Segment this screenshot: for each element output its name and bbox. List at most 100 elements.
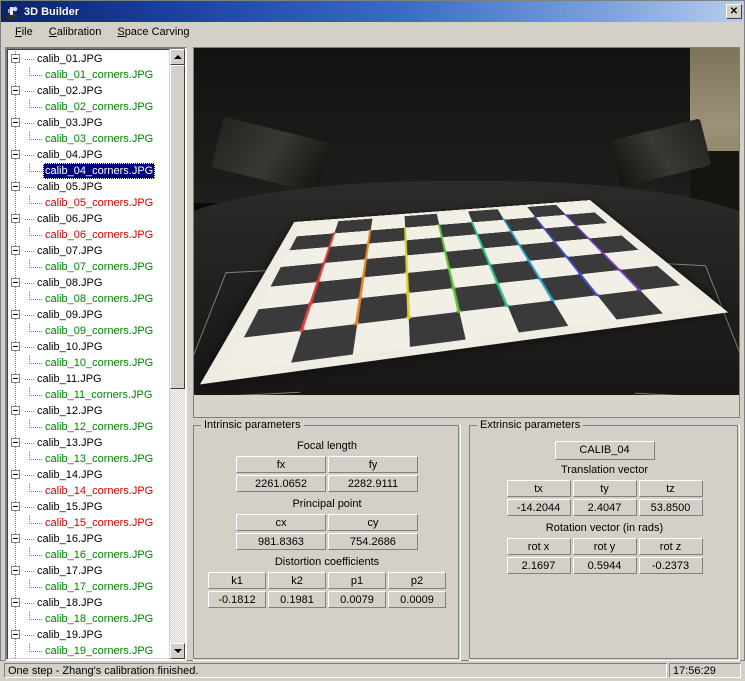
tree-item-child[interactable]: calib_06_corners.JPG xyxy=(7,227,169,243)
scroll-up-icon[interactable] xyxy=(170,49,185,65)
tree-item-label: calib_02_corners.JPG xyxy=(45,101,154,113)
tree-item-parent[interactable]: calib_18.JPG xyxy=(7,595,169,611)
tree-item-label: calib_15.JPG xyxy=(37,501,103,513)
expander-collapse-icon[interactable] xyxy=(11,566,20,575)
scroll-thumb[interactable] xyxy=(170,65,185,389)
tree-item-label: calib_04.JPG xyxy=(37,149,103,161)
expander-collapse-icon[interactable] xyxy=(11,214,20,223)
tree-item-parent[interactable]: calib_15.JPG xyxy=(7,499,169,515)
tree-item-parent[interactable]: calib_03.JPG xyxy=(7,115,169,131)
expander-collapse-icon[interactable] xyxy=(11,246,20,255)
value-fy: 2282.9111 xyxy=(328,475,418,492)
tree-elbow xyxy=(25,211,35,227)
header-k2: k2 xyxy=(268,572,326,589)
close-icon[interactable]: ✕ xyxy=(726,4,742,19)
expander-collapse-icon[interactable] xyxy=(11,118,20,127)
expander-collapse-icon[interactable] xyxy=(11,150,20,159)
expander-collapse-icon[interactable] xyxy=(11,470,20,479)
tree-item-child[interactable]: calib_15_corners.JPG xyxy=(7,515,169,531)
tree-item-child[interactable]: calib_12_corners.JPG xyxy=(7,419,169,435)
tree-item-child[interactable]: calib_08_corners.JPG xyxy=(7,291,169,307)
intrinsic-group-title: Intrinsic parameters xyxy=(201,419,304,431)
tree-item-parent[interactable]: calib_08.JPG xyxy=(7,275,169,291)
tree-vertical-scrollbar[interactable] xyxy=(169,49,185,659)
tree-item-parent[interactable]: calib_09.JPG xyxy=(7,307,169,323)
tree-item-label: calib_14_corners.JPG xyxy=(45,485,154,497)
tree-item-parent[interactable]: calib_01.JPG xyxy=(7,51,169,67)
expander-collapse-icon[interactable] xyxy=(11,342,20,351)
tree-item-label: calib_10.JPG xyxy=(37,341,103,353)
tree-item-child[interactable]: calib_05_corners.JPG xyxy=(7,195,169,211)
tree-elbow xyxy=(25,275,35,291)
tree-guide xyxy=(7,83,25,99)
table-row: 2.1697 0.5944 -0.2373 xyxy=(506,557,703,574)
tree-item-child[interactable]: calib_16_corners.JPG xyxy=(7,547,169,563)
tree-item-child[interactable]: calib_02_corners.JPG xyxy=(7,99,169,115)
tree-item-parent[interactable]: calib_04.JPG xyxy=(7,147,169,163)
tree-item-parent[interactable]: calib_02.JPG xyxy=(7,83,169,99)
tree-item-parent[interactable]: calib_14.JPG xyxy=(7,467,169,483)
tree-guide xyxy=(7,67,29,83)
tree-item-parent[interactable]: calib_17.JPG xyxy=(7,563,169,579)
expander-collapse-icon[interactable] xyxy=(11,630,20,639)
tree-elbow xyxy=(29,547,43,563)
tree-item-child[interactable]: calib_09_corners.JPG xyxy=(7,323,169,339)
tree-item-child[interactable]: calib_07_corners.JPG xyxy=(7,259,169,275)
tree-guide xyxy=(7,51,25,67)
tree-item-parent[interactable]: calib_06.JPG xyxy=(7,211,169,227)
expander-collapse-icon[interactable] xyxy=(11,406,20,415)
tree-item-child[interactable]: calib_14_corners.JPG xyxy=(7,483,169,499)
tree-item-parent[interactable]: calib_19.JPG xyxy=(7,627,169,643)
tree-guide xyxy=(7,467,25,483)
tree-elbow xyxy=(25,371,35,387)
image-viewer[interactable] xyxy=(193,47,740,418)
scroll-down-icon[interactable] xyxy=(170,643,185,659)
tree-item-child[interactable]: calib_04_corners.JPG xyxy=(7,163,169,179)
expander-collapse-icon[interactable] xyxy=(11,278,20,287)
tree-guide xyxy=(7,227,29,243)
expander-collapse-icon[interactable] xyxy=(11,438,20,447)
tree-item-parent[interactable]: calib_13.JPG xyxy=(7,435,169,451)
tree-item-child[interactable]: calib_17_corners.JPG xyxy=(7,579,169,595)
tree-item-parent[interactable]: calib_12.JPG xyxy=(7,403,169,419)
tree-item-child[interactable]: calib_01_corners.JPG xyxy=(7,67,169,83)
calibration-name-field[interactable]: CALIB_04 xyxy=(554,441,655,460)
tree-elbow xyxy=(25,403,35,419)
tree-item-child[interactable]: calib_19_corners.JPG xyxy=(7,643,169,659)
tree-item-child[interactable]: calib_10_corners.JPG xyxy=(7,355,169,371)
tree-item-parent[interactable]: calib_07.JPG xyxy=(7,243,169,259)
expander-collapse-icon[interactable] xyxy=(11,534,20,543)
expander-collapse-icon[interactable] xyxy=(11,310,20,319)
tree-item-parent[interactable]: calib_10.JPG xyxy=(7,339,169,355)
tree-item-label: calib_02.JPG xyxy=(37,85,103,97)
tree-item-parent[interactable]: calib_11.JPG xyxy=(7,371,169,387)
tree-item-label: calib_08_corners.JPG xyxy=(45,293,154,305)
tree-item-child[interactable]: calib_13_corners.JPG xyxy=(7,451,169,467)
expander-collapse-icon[interactable] xyxy=(11,374,20,383)
tree-item-label: calib_05.JPG xyxy=(37,181,103,193)
tree-guide xyxy=(7,451,29,467)
menu-item-space-carving[interactable]: Space Carving xyxy=(109,24,197,40)
tree-elbow xyxy=(29,131,43,147)
tree-item-parent[interactable]: calib_16.JPG xyxy=(7,531,169,547)
tree-elbow xyxy=(29,611,43,627)
work-area: calib_01.JPG calib_01_corners.JPG calib_02… xyxy=(1,43,744,661)
tree-item-child[interactable]: calib_18_corners.JPG xyxy=(7,611,169,627)
scroll-track[interactable] xyxy=(170,65,185,643)
image-tree[interactable]: calib_01.JPG calib_01_corners.JPG calib_02… xyxy=(7,49,169,659)
menu-item-file[interactable]: File xyxy=(7,24,41,40)
tree-item-child[interactable]: calib_11_corners.JPG xyxy=(7,387,169,403)
expander-collapse-icon[interactable] xyxy=(11,502,20,511)
expander-collapse-icon[interactable] xyxy=(11,598,20,607)
corner-point xyxy=(405,316,412,320)
expander-collapse-icon[interactable] xyxy=(11,182,20,191)
tree-item-parent[interactable]: calib_05.JPG xyxy=(7,179,169,195)
expander-collapse-icon[interactable] xyxy=(11,86,20,95)
tree-item-label: calib_05_corners.JPG xyxy=(45,197,154,209)
tree-elbow xyxy=(25,627,35,643)
menu-item-calibration[interactable]: Calibration xyxy=(41,24,110,40)
tree-item-child[interactable]: calib_03_corners.JPG xyxy=(7,131,169,147)
expander-collapse-icon[interactable] xyxy=(11,54,20,63)
intrinsic-parameters-group: Intrinsic parameters Focal length fx fy … xyxy=(193,419,461,661)
tree-item-label: calib_11.JPG xyxy=(37,373,102,385)
